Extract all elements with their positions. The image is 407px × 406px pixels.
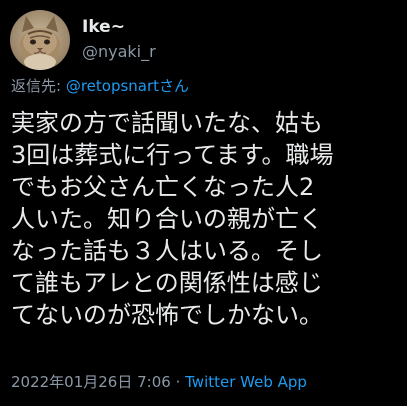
tweet-source-link[interactable]: Twitter Web App	[185, 373, 307, 391]
tweet-text-line: なった話も３人はいる。そし	[11, 237, 323, 265]
tweet-text-line: 実家の方で話聞いたな、姑も	[11, 109, 323, 137]
avatar[interactable]	[10, 10, 70, 70]
tweet-text-line: でもお父さん亡くなった人2	[11, 173, 315, 201]
tweet-text-line: て誰もアレとの関係性は感じ	[11, 269, 323, 297]
user-handle[interactable]: @nyaki_r	[82, 40, 156, 64]
reply-mention-link[interactable]: @retopsnartさん	[66, 77, 189, 95]
cat-avatar-icon	[10, 10, 70, 70]
display-name[interactable]: Ike~	[82, 16, 156, 38]
meta-separator: ·	[170, 373, 186, 391]
tweet-text: 実家の方で話聞いたな、姑も 3回は葬式に行ってます。職場 でもお父さん亡くなった…	[11, 107, 403, 331]
tweet-text-line: てないのが恐怖でしかない。	[11, 301, 323, 329]
user-info: Ike~ @nyaki_r	[82, 10, 156, 70]
tweet-text-line: 3回は葬式に行ってます。職場	[11, 141, 334, 169]
tweet-meta: 2022年01月26日 7:06 · Twitter Web App	[11, 372, 307, 392]
tweet-text-line: 人いた。知り合いの親が亡く	[11, 205, 323, 233]
reply-to-line: 返信先: @retopsnartさん	[11, 76, 189, 96]
tweet-header: Ike~ @nyaki_r	[10, 8, 156, 72]
reply-prefix: 返信先:	[11, 77, 66, 95]
tweet-timestamp-link[interactable]: 2022年01月26日 7:06	[11, 373, 171, 391]
